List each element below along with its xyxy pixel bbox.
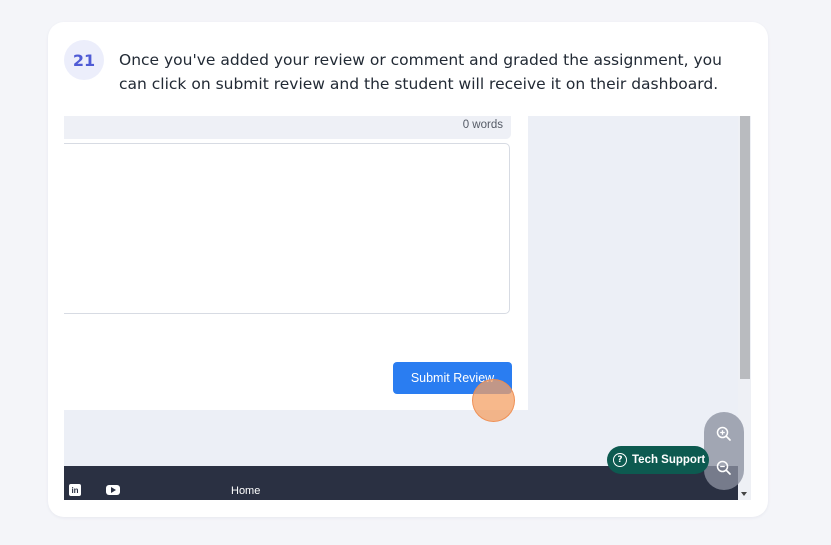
step-card: 21 Once you've added your review or comm… (48, 22, 768, 517)
youtube-icon[interactable] (106, 485, 120, 495)
word-count-bar: 0 words (64, 116, 511, 139)
linkedin-icon[interactable]: in (69, 484, 81, 496)
click-indicator (472, 379, 515, 422)
review-panel: 0 words Submit Review (64, 116, 528, 422)
zoom-controls (704, 412, 744, 490)
step-instruction: Once you've added your review or comment… (119, 51, 722, 93)
scroll-thumb[interactable] (740, 116, 750, 379)
scroll-down-arrow-icon[interactable] (741, 492, 747, 496)
zoom-out-icon[interactable] (714, 458, 734, 478)
tech-support-label: Tech Support (632, 454, 706, 466)
step-screenshot: 0 words Submit Review in Home ? Tech Sup… (64, 116, 751, 500)
step-number-badge: 21 (64, 40, 104, 80)
tech-support-button[interactable]: ? Tech Support (607, 446, 709, 474)
help-circle-icon: ? (613, 453, 627, 467)
zoom-in-icon[interactable] (714, 424, 734, 444)
footer-home-link[interactable]: Home (231, 485, 260, 497)
word-count: 0 words (462, 119, 503, 131)
review-textarea[interactable] (64, 143, 510, 314)
